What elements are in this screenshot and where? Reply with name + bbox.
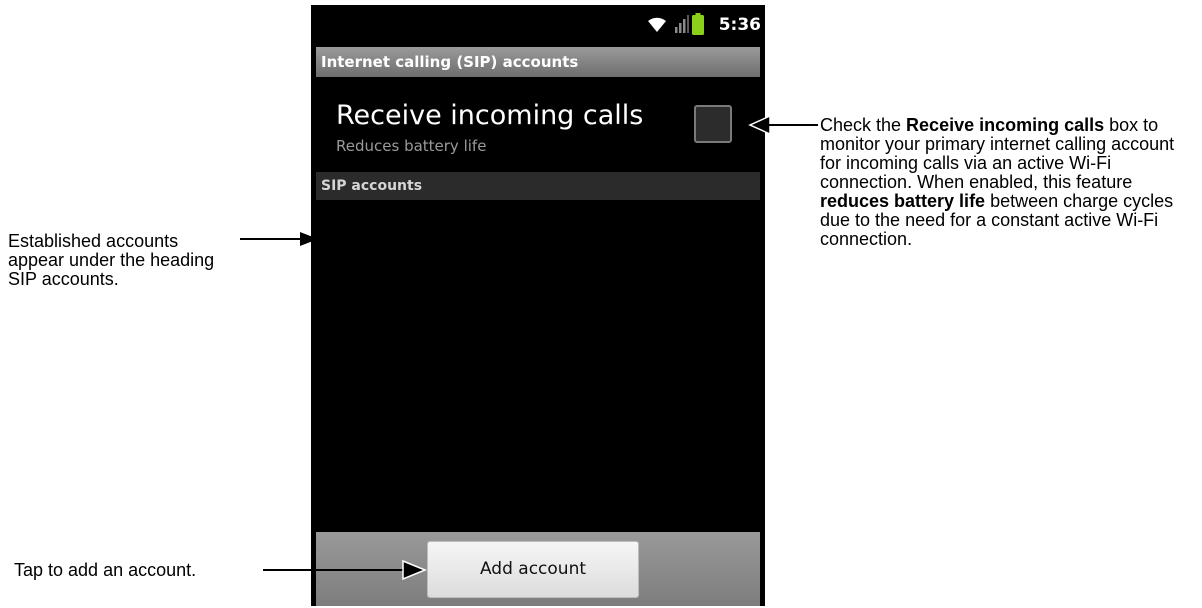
checkbox-annotation: Check the Receive incoming calls box to …: [820, 115, 1175, 249]
checkbox-arrow: [748, 114, 818, 136]
sip-list-arrow: [240, 232, 318, 246]
receive-calls-title[interactable]: Receive incoming calls: [336, 98, 643, 134]
signal-icon: [675, 15, 689, 38]
add-account-arrow: [263, 559, 427, 581]
battery-icon: [692, 13, 704, 40]
receive-calls-checkbox[interactable]: [694, 105, 732, 143]
status-bar: 5:36: [311, 5, 765, 43]
phone-screen: 5:36 Internet calling (SIP) accounts Rec…: [311, 5, 765, 606]
receive-calls-summary: Reduces battery life: [336, 137, 487, 155]
wifi-icon: [646, 15, 668, 38]
sip-accounts-header: SIP accounts: [316, 172, 760, 200]
status-time: 5:36: [718, 15, 761, 35]
screen-title: Internet calling (SIP) accounts: [316, 47, 760, 77]
add-account-annotation: Tap to add an account.: [14, 560, 197, 580]
sip-accounts-list: [316, 200, 760, 530]
add-account-button[interactable]: Add account: [427, 541, 639, 598]
sip-list-annotation: Established accounts appear under the he…: [8, 231, 215, 289]
